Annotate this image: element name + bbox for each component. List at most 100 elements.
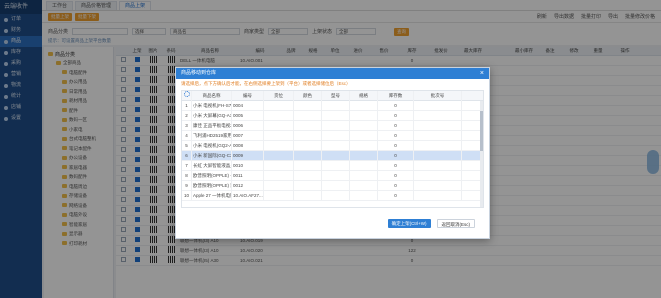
dialog-cell-c2 bbox=[294, 150, 322, 161]
dialog-cell-c2 bbox=[294, 120, 322, 131]
dialog-cell-c2 bbox=[294, 140, 322, 151]
dialog-cell-code: 0006 bbox=[232, 120, 264, 131]
dialog-hint: 请选择后，点下方确认后才能，在右侧选择要上架到（平台）或者选择储位后（Esc） bbox=[181, 81, 351, 86]
dialog-cell-qty: 0 bbox=[378, 120, 414, 131]
dialog-cell-code: 0005 bbox=[232, 110, 264, 121]
dialog-table-row[interactable]: 10 Apple 27 一体机电脑 10.AIO.AF27... 0 bbox=[182, 190, 483, 201]
dialog-col-header[interactable]: 商品名称 bbox=[192, 91, 232, 101]
dialog-cell-c3 bbox=[322, 130, 350, 141]
dialog-cell-c1 bbox=[264, 190, 294, 201]
dialog-col-header[interactable]: 颜色 bbox=[294, 91, 322, 101]
dialog-cell-code: 10.AIO.AF27... bbox=[232, 190, 264, 201]
dialog-cell-c3 bbox=[322, 110, 350, 121]
dialog-col-header[interactable]: 货位 bbox=[264, 91, 294, 101]
dialog-cell-c2 bbox=[294, 110, 322, 121]
cancel-button[interactable]: 返回取消(Esc) bbox=[436, 218, 475, 228]
dialog-cell-idx: 2 bbox=[182, 110, 192, 121]
dialog-cell-c4 bbox=[350, 180, 378, 191]
dialog-cell-inv bbox=[414, 130, 462, 141]
dialog-cell-c3 bbox=[322, 170, 350, 181]
dialog-cell-c1 bbox=[264, 130, 294, 141]
dialog-cell-inv bbox=[414, 160, 462, 171]
dialog-cell-c2 bbox=[294, 160, 322, 171]
dialog-cell-idx: 3 bbox=[182, 120, 192, 131]
dialog-col-header[interactable]: 批次号 bbox=[414, 91, 462, 101]
dialog-cell-name: 小米 大屏幕(GQ-A10... bbox=[192, 110, 232, 121]
dialog-cell-name: Apple 27 一体机电脑 bbox=[192, 190, 232, 201]
dialog-cell-code: 0012 bbox=[232, 180, 264, 191]
dialog-cell-idx: 4 bbox=[182, 130, 192, 141]
dialog-cell-c4 bbox=[350, 110, 378, 121]
dialog-table-row[interactable]: 2小米 大屏幕(GQ-A10...0005 0 bbox=[182, 110, 483, 121]
dialog-cell-c2 bbox=[294, 190, 322, 201]
dialog-cell-c4 bbox=[350, 160, 378, 171]
dialog-cell-c1 bbox=[264, 120, 294, 131]
dialog-scrollbar[interactable] bbox=[480, 101, 483, 207]
dialog-col-header[interactable]: 库存数 bbox=[378, 91, 414, 101]
dialog-cell-qty: 0 bbox=[378, 160, 414, 171]
dialog-cell-c3 bbox=[322, 120, 350, 131]
dialog-cell-inv bbox=[414, 180, 462, 191]
dialog-cell-c4 bbox=[350, 120, 378, 131]
dialog-cell-idx: 6 bbox=[182, 150, 192, 161]
dialog-cell-c3 bbox=[322, 180, 350, 191]
dialog-cell-inv bbox=[414, 140, 462, 151]
dialog-table-row[interactable]: 4飞利浦HD2519家用电...0007 0 bbox=[182, 130, 483, 141]
dialog-cell-c4 bbox=[350, 140, 378, 151]
dialog-cell-c1 bbox=[264, 140, 294, 151]
dialog-cell-code: 0004 bbox=[232, 100, 264, 111]
dialog-cell-c4 bbox=[350, 130, 378, 141]
dialog-cell-name: 小米 新国际(GQ-C30)... bbox=[192, 150, 232, 161]
dialog-table-row[interactable]: 5小米 电视机(GQ2-A20...0008 0 bbox=[182, 140, 483, 151]
dialog-table: 商品名称编号货位颜色型号规格库存数批次号 1小米 电视机(FH-S77...00… bbox=[181, 90, 484, 208]
dialog-cell-qty: 0 bbox=[378, 170, 414, 181]
product-select-dialog: 商品移动到仓库 × 请选择后，点下方确认后才能，在右侧选择要上架到（平台）或者选… bbox=[175, 67, 490, 239]
settings-column[interactable] bbox=[182, 91, 192, 101]
dialog-cell-c2 bbox=[294, 180, 322, 191]
dialog-cell-code: 0007 bbox=[232, 130, 264, 141]
dialog-cell-c1 bbox=[264, 160, 294, 171]
dialog-cell-c3 bbox=[322, 150, 350, 161]
dialog-cell-name: 康佳 正品平板电视2GN... bbox=[192, 120, 232, 131]
dialog-cell-c1 bbox=[264, 150, 294, 161]
dialog-cell-c4 bbox=[350, 170, 378, 181]
dialog-title: 商品移动到仓库 bbox=[181, 70, 217, 76]
dialog-cell-name: 飞利浦HD2519家用电... bbox=[192, 130, 232, 141]
dialog-cell-name: 小米 电视机(GQ2-A20... bbox=[192, 140, 232, 151]
dialog-table-row[interactable]: 8欧普照明(OPPLE) 长虹...0011 0 bbox=[182, 170, 483, 181]
dialog-col-header[interactable]: 编号 bbox=[232, 91, 264, 101]
dialog-table-header: 商品名称 编号 货位 颜色 型号 规格 库存数 批次号 bbox=[182, 91, 483, 101]
dialog-cell-code: 0011 bbox=[232, 170, 264, 181]
dialog-cell-name: 长虹 大屏智能液晶显示... bbox=[192, 160, 232, 171]
dialog-cell-c4 bbox=[350, 150, 378, 161]
dialog-table-row[interactable]: 3康佳 正品平板电视2GN...0006 0 bbox=[182, 120, 483, 131]
dialog-cell-c4 bbox=[350, 190, 378, 201]
dialog-cell-inv bbox=[414, 100, 462, 111]
dialog-cell-c1 bbox=[264, 180, 294, 191]
dialog-cell-qty: 0 bbox=[378, 110, 414, 121]
dialog-cell-code: 0009 bbox=[232, 150, 264, 161]
dialog-cell-inv bbox=[414, 110, 462, 121]
confirm-shelve-button[interactable]: 确定上架(Ctrl+W) bbox=[387, 218, 431, 228]
close-icon[interactable]: × bbox=[480, 68, 484, 79]
dialog-cell-c4 bbox=[350, 100, 378, 111]
dialog-cell-idx: 1 bbox=[182, 100, 192, 111]
dialog-cell-c2 bbox=[294, 170, 322, 181]
dialog-cell-c2 bbox=[294, 130, 322, 141]
dialog-cell-idx: 5 bbox=[182, 140, 192, 151]
dialog-cell-inv bbox=[414, 120, 462, 131]
dialog-table-row[interactable]: 9欧普照明(OPPLE) 家居...0012 0 bbox=[182, 180, 483, 191]
dialog-table-row[interactable]: 1小米 电视机(FH-S77...0004 0 bbox=[182, 100, 483, 111]
dialog-cell-c2 bbox=[294, 100, 322, 111]
dialog-cell-qty: 0 bbox=[378, 140, 414, 151]
dialog-cell-idx: 10 bbox=[182, 190, 192, 201]
dialog-table-row[interactable]: 6小米 新国际(GQ-C30)...0009 0 bbox=[182, 150, 483, 161]
dialog-cell-c3 bbox=[322, 160, 350, 171]
dialog-cell-qty: 0 bbox=[378, 100, 414, 111]
dialog-col-header[interactable]: 型号 bbox=[322, 91, 350, 101]
dialog-cell-idx: 9 bbox=[182, 180, 192, 191]
dialog-col-header[interactable]: 规格 bbox=[350, 91, 378, 101]
gear-icon[interactable] bbox=[183, 91, 190, 97]
dialog-table-row[interactable]: 7长虹 大屏智能液晶显示...0010 0 bbox=[182, 160, 483, 171]
dialog-cell-inv bbox=[414, 150, 462, 161]
